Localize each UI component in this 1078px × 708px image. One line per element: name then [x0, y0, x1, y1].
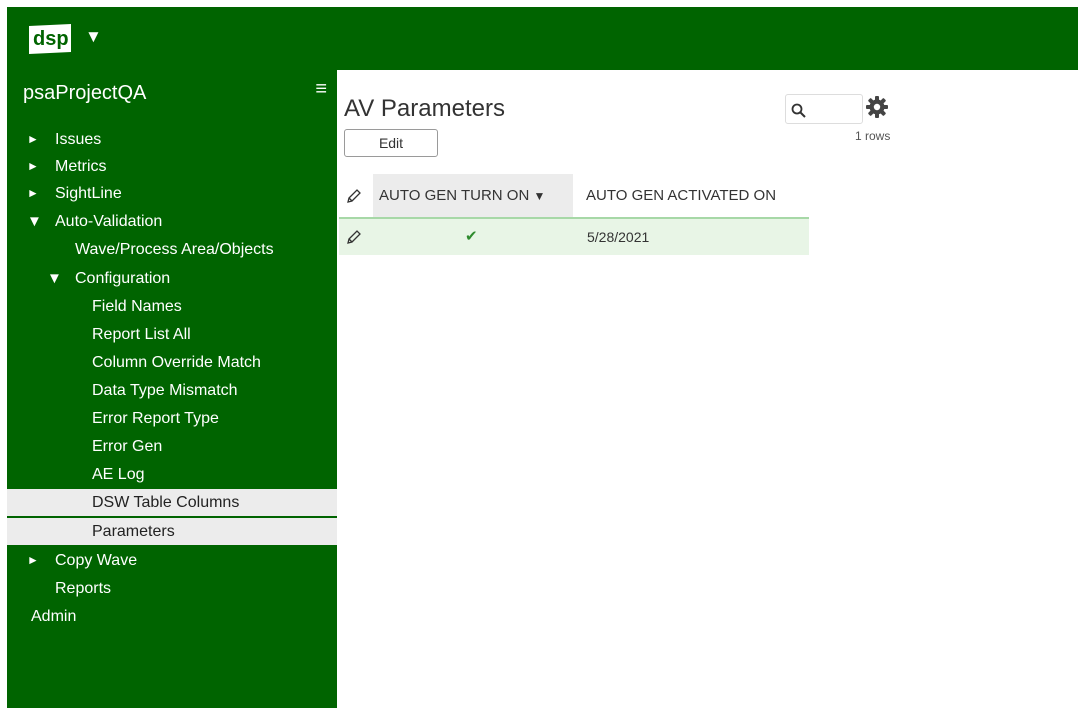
sidebar: psaProjectQA ≡ ► Issues ► Metrics ► Sigh…	[7, 70, 337, 708]
table-header: AUTO GEN TURN ON ▼ AUTO GEN ACTIVATED ON	[339, 174, 809, 218]
sidebar-item-reports[interactable]: Reports	[7, 575, 337, 602]
top-bar: dsp ▼	[7, 7, 1078, 70]
sidebar-item-error-report-type[interactable]: Error Report Type	[7, 405, 337, 432]
sidebar-item-label: Error Report Type	[92, 410, 219, 427]
collapse-arrow-icon: ▼	[47, 270, 62, 287]
edit-row-icon[interactable]	[345, 228, 363, 246]
sidebar-item-label: Error Gen	[92, 438, 163, 455]
sidebar-item-label: Metrics	[55, 158, 107, 175]
sort-desc-icon: ▼	[533, 189, 546, 203]
expand-arrow-icon: ►	[27, 186, 39, 200]
gear-icon[interactable]	[865, 95, 889, 119]
sidebar-item-admin[interactable]: Admin	[7, 603, 337, 630]
sidebar-item-copy-wave[interactable]: ► Copy Wave	[7, 547, 337, 574]
sidebar-item-error-gen[interactable]: Error Gen	[7, 433, 337, 460]
sidebar-item-label: DSW Table Columns	[92, 494, 240, 511]
pencil-icon	[347, 189, 361, 203]
check-icon: ✔	[465, 228, 478, 245]
page-title: AV Parameters	[344, 95, 505, 122]
sidebar-item-label: Reports	[55, 580, 112, 597]
sidebar-item-label: Configuration	[75, 270, 171, 287]
column-header-label: AUTO GEN ACTIVATED ON	[586, 187, 777, 204]
sidebar-item-column-override-match[interactable]: Column Override Match	[7, 349, 337, 376]
sidebar-item-metrics[interactable]: ► Metrics	[7, 153, 337, 180]
svg-text:dsp: dsp	[33, 28, 69, 50]
sidebar-item-label: Issues	[55, 131, 102, 148]
column-header-auto-gen-turn-on[interactable]: AUTO GEN TURN ON ▼	[373, 174, 573, 218]
sidebar-item-label: Data Type Mismatch	[92, 382, 238, 399]
sidebar-item-label: Field Names	[92, 298, 182, 315]
sidebar-item-configuration[interactable]: ▼ Configuration	[7, 265, 337, 292]
sidebar-item-wave-process-area-objects[interactable]: Wave/Process Area/Objects	[7, 236, 337, 263]
sidebar-item-report-list-all[interactable]: Report List All	[7, 321, 337, 348]
sidebar-item-issues[interactable]: ► Issues	[7, 126, 337, 153]
column-header-label: AUTO GEN TURN ON	[379, 187, 530, 204]
sidebar-item-ae-log[interactable]: AE Log	[7, 461, 337, 488]
sidebar-item-label: AE Log	[92, 466, 145, 483]
sidebar-item-label: Wave/Process Area/Objects	[75, 241, 274, 258]
sidebar-item-label: Report List All	[92, 326, 191, 343]
sidebar-item-label: Copy Wave	[55, 552, 138, 569]
collapse-arrow-icon: ▼	[27, 213, 42, 230]
sidebar-item-dsw-table-columns[interactable]: DSW Table Columns	[7, 489, 337, 516]
expand-arrow-icon: ►	[27, 159, 39, 173]
sidebar-item-auto-validation[interactable]: ▼ Auto-Validation	[7, 208, 337, 235]
sidebar-item-label: Auto-Validation	[55, 213, 163, 230]
sidebar-item-label: Column Override Match	[92, 354, 261, 371]
edit-button[interactable]: Edit	[344, 129, 438, 157]
expand-arrow-icon: ►	[27, 132, 39, 146]
caret-down-icon[interactable]: ▼	[85, 27, 102, 47]
search-icon[interactable]	[791, 103, 808, 120]
table-row[interactable]: ✔ 5/28/2021	[339, 219, 809, 255]
sidebar-item-label: Parameters	[92, 523, 175, 540]
expand-arrow-icon: ►	[27, 553, 39, 567]
cell-auto-gen-activated-on: 5/28/2021	[587, 229, 650, 245]
row-count: 1 rows	[855, 129, 891, 143]
project-title: psaProjectQA	[23, 82, 147, 104]
sidebar-item-label: SightLine	[55, 185, 122, 202]
sidebar-item-data-type-mismatch[interactable]: Data Type Mismatch	[7, 377, 337, 404]
dsp-logo[interactable]: dsp	[27, 22, 79, 56]
hamburger-icon[interactable]: ≡	[315, 78, 327, 101]
column-header-auto-gen-activated-on[interactable]: AUTO GEN ACTIVATED ON	[586, 174, 776, 218]
sidebar-item-sightline[interactable]: ► SightLine	[7, 180, 337, 207]
sidebar-item-label: Admin	[31, 608, 77, 625]
sidebar-item-parameters[interactable]: Parameters	[7, 518, 337, 545]
sidebar-item-field-names[interactable]: Field Names	[7, 293, 337, 320]
